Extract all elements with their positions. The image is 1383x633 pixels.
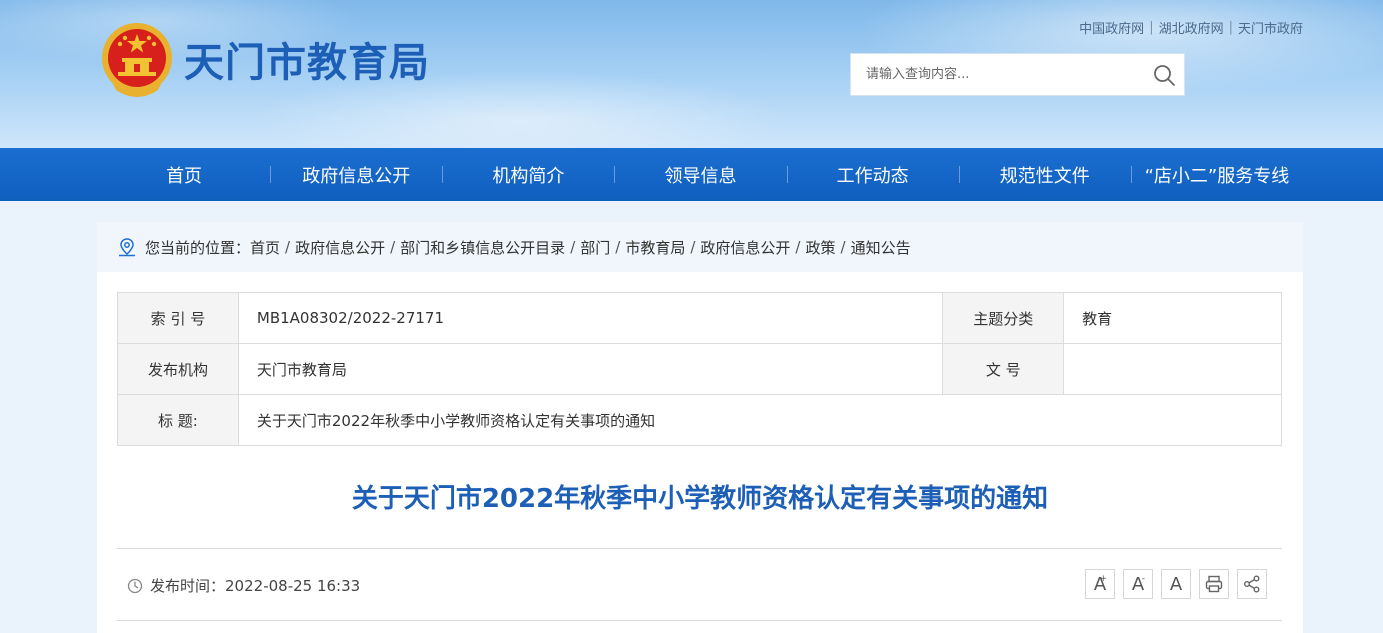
topic-category-value: 教育 <box>1063 292 1282 344</box>
nav-item-work-news[interactable]: 工作动态 <box>786 148 959 201</box>
content-panel: 您当前的位置： 首页 / 政府信息公开 / 部门和乡镇信息公开目录 / 部门 /… <box>97 222 1303 633</box>
location-icon <box>119 238 135 257</box>
breadcrumb-item-department[interactable]: 部门 <box>580 237 610 258</box>
search-input[interactable] <box>851 54 1146 95</box>
font-increase-button[interactable]: A + <box>1085 569 1115 599</box>
article-tools: A + A- A <box>1085 569 1275 599</box>
breadcrumb-prefix: 您当前的位置： <box>145 238 251 257</box>
title-label: 标 题: <box>117 394 239 446</box>
font-reset-button[interactable]: A <box>1161 569 1191 599</box>
nav-item-home[interactable]: 首页 <box>98 148 270 201</box>
table-row: 标 题: 关于天门市2022年秋季中小学教师资格认定有关事项的通知 <box>117 394 1283 446</box>
breadcrumb: 您当前的位置： 首页 / 政府信息公开 / 部门和乡镇信息公开目录 / 部门 /… <box>97 222 1303 272</box>
share-button[interactable] <box>1237 569 1267 599</box>
document-meta-table: 索 引 号 MB1A08302/2022-27171 主题分类 教育 发布机构 … <box>117 292 1283 446</box>
table-row: 索 引 号 MB1A08302/2022-27171 主题分类 教育 <box>117 292 1282 344</box>
breadcrumb-item-policy[interactable]: 政策 <box>805 237 835 258</box>
breadcrumb-item-home[interactable]: 首页 <box>250 237 280 258</box>
printer-icon <box>1205 575 1223 593</box>
minus-icon: - <box>1141 574 1145 584</box>
top-link-hubei-gov[interactable]: 湖北政府网 <box>1159 18 1224 37</box>
breadcrumb-item-gov-info[interactable]: 政府信息公开 <box>295 237 385 258</box>
search-icon[interactable] <box>1152 63 1176 87</box>
search-box <box>850 53 1185 96</box>
divider <box>117 548 1282 549</box>
breadcrumb-item-education-bureau[interactable]: 市教育局 <box>625 237 685 258</box>
nav-item-gov-info[interactable]: 政府信息公开 <box>270 148 442 201</box>
document-number-value <box>1063 343 1282 395</box>
top-link-separator: | <box>1149 20 1154 35</box>
article-title: 关于天门市2022年秋季中小学教师资格认定有关事项的通知 <box>351 484 1049 514</box>
breadcrumb-item-catalog[interactable]: 部门和乡镇信息公开目录 <box>400 237 565 258</box>
top-link-china-gov[interactable]: 中国政府网 <box>1079 18 1144 37</box>
publishing-org-label: 发布机构 <box>117 343 239 395</box>
page-header: 天门市教育局 中国政府网 | 湖北政府网 | 天门市政府 <box>0 0 1383 148</box>
site-title[interactable]: 天门市教育局 <box>184 30 430 88</box>
clock-icon <box>127 578 143 593</box>
divider <box>117 620 1282 621</box>
document-number-label: 文 号 <box>942 343 1065 395</box>
nav-item-leaders[interactable]: 领导信息 <box>614 148 786 201</box>
index-number-value: MB1A08302/2022-27171 <box>237 292 944 344</box>
top-links: 中国政府网 | 湖北政府网 | 天门市政府 <box>1079 18 1303 37</box>
top-link-tianmen-gov[interactable]: 天门市政府 <box>1238 18 1303 37</box>
font-decrease-button[interactable]: A- <box>1123 569 1153 599</box>
nav-item-org-intro[interactable]: 机构简介 <box>442 148 614 201</box>
nav-item-service-line[interactable]: “店小二”服务专线 <box>1130 148 1303 201</box>
main-nav: 首页 政府信息公开 机构简介 领导信息 工作动态 规范性文件 “店小二”服务专线 <box>0 148 1383 201</box>
index-number-label: 索 引 号 <box>117 292 239 344</box>
plus-icon: + <box>1099 574 1107 584</box>
top-link-separator: | <box>1228 20 1233 35</box>
publishing-org-value: 天门市教育局 <box>237 343 944 395</box>
print-button[interactable] <box>1199 569 1229 599</box>
breadcrumb-item-gov-info-2[interactable]: 政府信息公开 <box>700 237 790 258</box>
publish-info: 发布时间： 2022-08-25 16:33 <box>127 575 360 596</box>
breadcrumb-item-notices[interactable]: 通知公告 <box>851 237 911 258</box>
publish-time-value: 2022-08-25 16:33 <box>225 576 361 595</box>
title-value: 关于天门市2022年秋季中小学教师资格认定有关事项的通知 <box>237 394 1283 446</box>
topic-category-label: 主题分类 <box>942 292 1065 344</box>
table-row: 发布机构 天门市教育局 文 号 <box>117 343 1282 395</box>
nav-item-normative-docs[interactable]: 规范性文件 <box>958 148 1131 201</box>
national-emblem-icon <box>102 23 172 97</box>
publish-time-label: 发布时间： <box>150 577 226 595</box>
share-icon <box>1244 575 1260 593</box>
